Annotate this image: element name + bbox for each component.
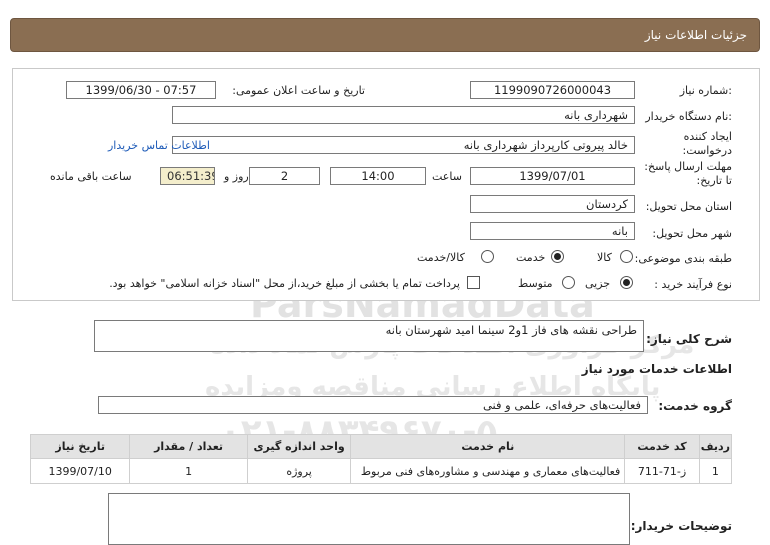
province-label: استان محل تحویل:: [645, 200, 732, 213]
need-number-label: شماره نیاز:: [679, 84, 732, 97]
deadline-time-label: ساعت: [432, 170, 462, 183]
description-label: شرح کلی نیاز:: [646, 332, 732, 346]
deadline-days-label: روز و: [224, 170, 249, 183]
category-radio-goods[interactable]: [620, 250, 633, 263]
category-service-label: خدمت: [516, 251, 546, 264]
deadline-time-field[interactable]: 14:00: [330, 167, 426, 185]
city-field[interactable]: بانه: [470, 222, 635, 240]
cell-need-date: 1399/07/10: [29, 458, 131, 484]
service-group-label: گروه خدمت:: [658, 399, 732, 413]
deadline-days-field[interactable]: 2: [249, 167, 320, 185]
need-number-field[interactable]: 1199090726000043: [470, 81, 635, 99]
cell-service-code: ز-71-711: [624, 458, 700, 484]
requester-field[interactable]: خالد پیروتی کارپرداز شهرداری بانه: [172, 136, 635, 154]
buyer-notes-label: توضیحات خریدار:: [630, 519, 732, 533]
treasury-checkbox[interactable]: [467, 276, 480, 289]
table-header-row: ردیف کد خدمت نام خدمت واحد اندازه گیری ت…: [29, 434, 733, 459]
purchase-radio-medium[interactable]: [562, 276, 575, 289]
col-quantity: تعداد / مقدار: [129, 434, 248, 459]
category-goods-label: کالا: [597, 251, 612, 264]
announce-datetime-field[interactable]: 1399/06/30 - 07:57: [66, 81, 216, 99]
purchase-radio-minor[interactable]: [620, 276, 633, 289]
buyer-notes-field[interactable]: [108, 493, 630, 545]
purchase-minor-label: جزیی: [585, 277, 611, 290]
services-info-title: اطلاعات خدمات مورد نیاز: [581, 362, 732, 376]
treasury-note: پرداخت تمام یا بخشی از مبلغ خرید،از محل …: [109, 277, 460, 290]
buyer-contact-link[interactable]: اطلاعات تماس خریدار: [108, 139, 210, 152]
services-table: ردیف کد خدمت نام خدمت واحد اندازه گیری ت…: [29, 434, 733, 484]
page-title: جزئیات اطلاعات نیاز: [644, 28, 747, 42]
remaining-time-label: ساعت باقی مانده: [50, 170, 132, 183]
category-radio-goods-service[interactable]: [481, 250, 494, 263]
category-radio-service[interactable]: [551, 250, 564, 263]
buyer-org-field[interactable]: شهرداری بانه: [172, 106, 635, 124]
buyer-org-label: نام دستگاه خریدار:: [645, 110, 732, 123]
cell-service-name: فعالیت‌های معماری و مهندسی و مشاوره‌های …: [350, 458, 626, 484]
city-label: شهر محل تحویل:: [652, 227, 732, 240]
col-row-number: ردیف: [698, 434, 733, 459]
requester-label: ایجاد کننده درخواست:: [682, 130, 732, 157]
cell-row-number: 1: [698, 458, 733, 484]
col-service-code: کد خدمت: [624, 434, 700, 459]
col-unit: واحد اندازه گیری: [246, 434, 352, 459]
service-group-field[interactable]: فعالیت‌های حرفه‌ای، علمی و فنی: [98, 396, 648, 414]
deadline-date-field[interactable]: 1399/07/01: [470, 167, 635, 185]
table-row: 1 ز-71-711 فعالیت‌های معماری و مهندسی و …: [29, 458, 733, 484]
col-service-name: نام خدمت: [350, 434, 626, 459]
category-label: طبقه بندی موضوعی:: [634, 252, 732, 265]
announce-datetime-label: تاریخ و ساعت اعلان عمومی:: [232, 84, 365, 97]
page-header: جزئیات اطلاعات نیاز: [10, 18, 760, 52]
category-goods-service-label: کالا/خدمت: [417, 251, 465, 264]
purchase-medium-label: متوسط: [518, 277, 553, 290]
purchase-type-label: نوع فرآیند خرید :: [654, 278, 732, 291]
cell-unit: پروژه: [246, 458, 352, 484]
cell-quantity: 1: [129, 458, 248, 484]
province-field[interactable]: کردستان: [470, 195, 635, 213]
col-need-date: تاریخ نیاز: [29, 434, 131, 459]
deadline-label: مهلت ارسال پاسخ: تا تاریخ:: [644, 160, 732, 187]
description-field[interactable]: طراحی نقشه های فاز 1و2 سینما امید شهرستا…: [94, 320, 644, 352]
remaining-time-display: 06:51:39: [160, 167, 215, 185]
